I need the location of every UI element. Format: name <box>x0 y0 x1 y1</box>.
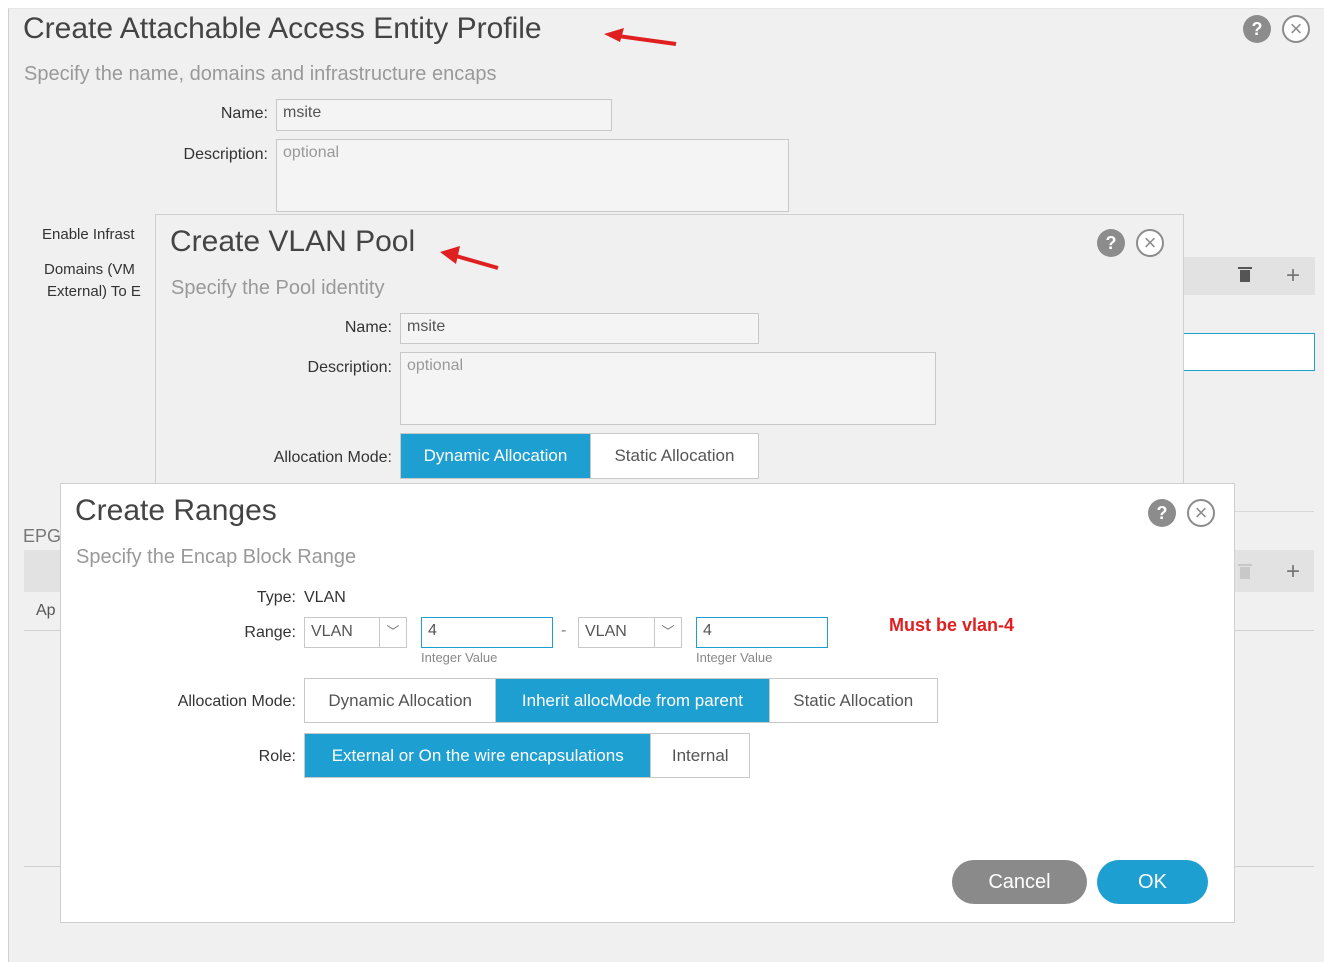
ranges-alloc-static[interactable]: Static Allocation <box>770 679 937 722</box>
aaep-epg-label: EPG <box>23 526 62 546</box>
vlan-pool-name-input[interactable]: msite <box>400 313 759 344</box>
ap-divider-left <box>24 630 64 631</box>
ranges-alloc-inherit[interactable]: Inherit allocMode from parent <box>496 679 770 722</box>
ok-button[interactable]: OK <box>1097 860 1208 904</box>
ranges-title: Create Ranges <box>75 494 277 527</box>
aaep-subtitle: Specify the name, domains and infrastruc… <box>24 63 497 85</box>
vlan-pool-alloc-dynamic[interactable]: Dynamic Allocation <box>401 434 591 478</box>
annotation-arrow-aaep <box>604 28 677 46</box>
epg-trash-icon[interactable] <box>1238 562 1252 582</box>
epg-divider <box>1230 511 1314 512</box>
ranges-role-label: Role: <box>258 748 296 765</box>
vlan-pool-alloc-static[interactable]: Static Allocation <box>591 434 758 478</box>
range-from-input[interactable]: 4 <box>421 617 553 648</box>
aaep-title: Create Attachable Access Entity Profile <box>23 12 542 45</box>
ranges-range-label: Range: <box>244 624 296 641</box>
aaep-name-label: Name: <box>220 105 268 122</box>
range-from-hint: Integer Value <box>421 650 498 665</box>
aaep-ap-label: Ap <box>36 602 56 619</box>
range-separator: - <box>561 622 567 639</box>
aaep-enable-infra-label: Enable Infrast <box>42 226 135 243</box>
ranges-alloc-toggle: Dynamic Allocation Inherit allocMode fro… <box>304 678 938 723</box>
aaep-description-label: Description: <box>183 146 268 163</box>
ranges-type-value: VLAN <box>304 589 346 606</box>
vlan-pool-alloc-label: Allocation Mode: <box>273 449 392 466</box>
aaep-name-input[interactable]: msite <box>276 99 612 131</box>
chevron-down-icon: ﹀ <box>654 618 681 647</box>
ranges-type-label: Type: <box>256 589 296 606</box>
ranges-subtitle: Specify the Encap Block Range <box>76 546 357 568</box>
ranges-role-toggle: External or On the wire encapsulations I… <box>304 733 750 778</box>
vlan-pool-title: Create VLAN Pool <box>170 225 416 258</box>
ranges-help-icon[interactable]: ? <box>1148 499 1176 527</box>
vlan-pool-description-input[interactable]: optional <box>400 352 936 425</box>
vlan-pool-alloc-toggle: Dynamic Allocation Static Allocation <box>400 433 759 479</box>
aaep-help-icon[interactable]: ? <box>1243 15 1271 43</box>
ranges-close-icon[interactable]: × <box>1187 499 1215 527</box>
range-to-input[interactable]: 4 <box>696 617 828 648</box>
annotation-arrow-vlan-pool <box>440 246 499 270</box>
ranges-alloc-dynamic[interactable]: Dynamic Allocation <box>305 679 497 722</box>
bottom-divider-left <box>24 866 64 867</box>
domains-trash-icon[interactable] <box>1238 265 1252 285</box>
vlan-pool-name-label: Name: <box>344 319 392 336</box>
domains-add-icon[interactable]: + <box>1286 262 1300 290</box>
aaep-description-input[interactable]: optional <box>276 139 789 212</box>
range-to-type-value: VLAN <box>585 623 627 640</box>
domains-input-field[interactable] <box>1183 333 1315 371</box>
range-from-type-select[interactable]: VLAN ﹀ <box>304 617 407 648</box>
vlan-pool-close-icon[interactable]: × <box>1136 229 1164 257</box>
aaep-domains-label-1: Domains (VM <box>44 261 135 278</box>
ap-divider-right <box>1230 630 1314 631</box>
cancel-button[interactable]: Cancel <box>952 860 1087 904</box>
aaep-close-icon[interactable]: × <box>1282 15 1310 43</box>
ranges-role-internal[interactable]: Internal <box>651 734 749 777</box>
epg-add-icon[interactable]: + <box>1286 558 1300 586</box>
vlan-pool-description-label: Description: <box>307 359 392 376</box>
vlan-pool-subtitle: Specify the Pool identity <box>171 277 385 299</box>
bottom-divider-right <box>1230 866 1314 867</box>
range-to-hint: Integer Value <box>696 650 773 665</box>
ranges-role-external[interactable]: External or On the wire encapsulations <box>305 734 652 777</box>
aaep-domains-label-2: External) To E <box>47 283 141 300</box>
chevron-down-icon: ﹀ <box>379 618 406 647</box>
epg-table-header <box>24 550 64 592</box>
range-annotation: Must be vlan-4 <box>889 615 1015 635</box>
range-from-type-value: VLAN <box>311 623 353 640</box>
ranges-alloc-label: Allocation Mode: <box>177 693 296 710</box>
range-to-type-select[interactable]: VLAN ﹀ <box>578 617 682 648</box>
vlan-pool-help-icon[interactable]: ? <box>1097 229 1125 257</box>
